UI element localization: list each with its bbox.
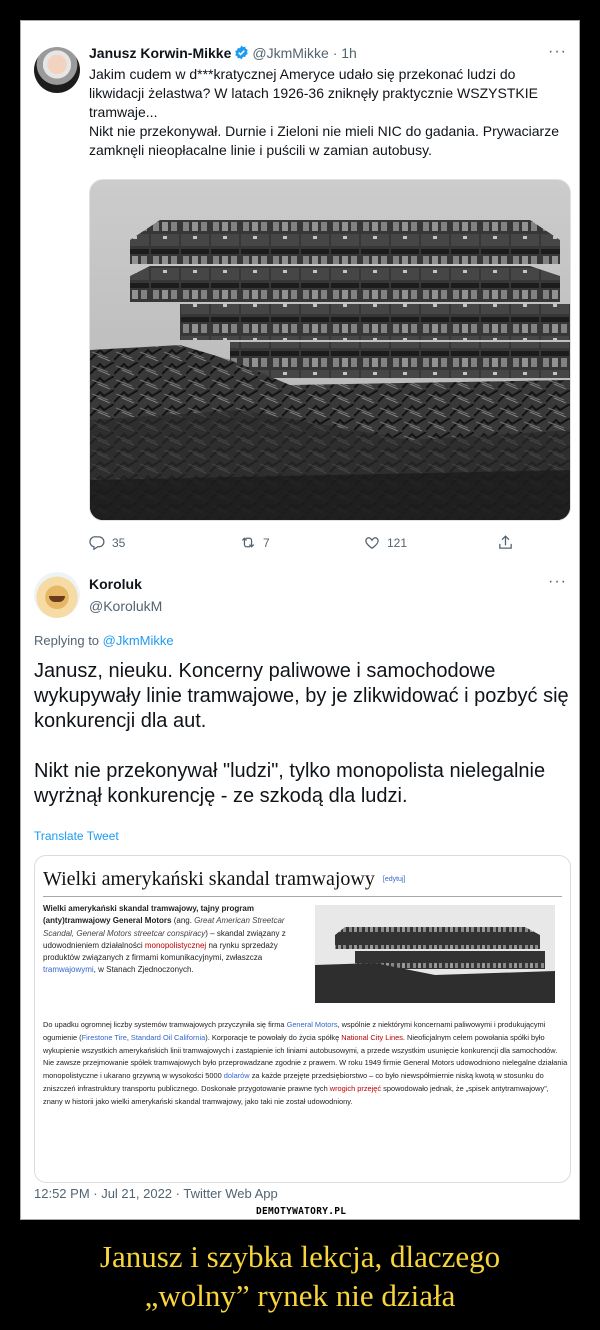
author-name[interactable]: Janusz Korwin-Mikke <box>89 45 231 61</box>
avatar[interactable] <box>34 572 80 618</box>
replying-to: Replying to @JkmMikke <box>34 633 174 648</box>
tweet-original: Janusz Korwin-Mikke @JkmMikke · 1h ··· Ja… <box>21 21 579 566</box>
wiki-text: (ang. <box>171 916 195 926</box>
wiki-edit-link[interactable]: [edytuj] <box>383 876 406 883</box>
tweet-header: Janusz Korwin-Mikke @JkmMikke · 1h <box>89 45 357 63</box>
reply-icon <box>89 534 106 551</box>
retweet-button[interactable]: 7 <box>239 534 270 551</box>
wiki-link[interactable]: General Motors <box>287 1020 338 1029</box>
caption-line: Janusz i szybka lekcja, dlaczego <box>99 1239 501 1274</box>
wiki-text: ). Korporacje te powołały do życia spółk… <box>205 1032 342 1042</box>
wiki-thumbnail-image[interactable] <box>315 905 555 1003</box>
wiki-link[interactable]: wrogich przejęć <box>330 1084 381 1093</box>
replying-to-link[interactable]: @JkmMikke <box>103 633 174 648</box>
wiki-link[interactable]: National City Lines <box>341 1033 403 1042</box>
tweet-text-line: tramwaje... <box>89 104 158 120</box>
site-watermark: DEMOTYWATORY.PL <box>251 1204 352 1219</box>
wiki-title: Wielki amerykański skandal tramwajowy [ed… <box>43 868 405 891</box>
tweet-actions: 35 7 121 <box>89 534 571 554</box>
reply-count: 35 <box>112 535 126 550</box>
tweet-text: Jakim cudem w d***kratycznej Ameryce uda… <box>89 65 571 160</box>
wiki-link[interactable]: dolarów <box>224 1071 250 1080</box>
wiki-link[interactable]: monopolistycznej <box>145 941 206 950</box>
more-options-icon[interactable]: ··· <box>548 43 567 61</box>
share-button[interactable] <box>497 534 514 551</box>
reply-paragraph: Janusz, nieuku. Koncerny paliwowe i samo… <box>34 660 569 732</box>
translate-tweet-link[interactable]: Translate Tweet <box>34 829 119 843</box>
share-icon <box>497 534 514 551</box>
wiki-text: , w Stanach Zjednoczonych. <box>93 965 194 975</box>
wiki-link[interactable]: Firestone Tire <box>82 1033 127 1042</box>
tweet-text-line: zamknęli nieopłacalne linie i puścili w … <box>89 142 432 158</box>
reply-button[interactable]: 35 <box>89 534 125 551</box>
wiki-link[interactable]: Standard Oil California <box>131 1033 205 1042</box>
wiki-title-text: Wielki amerykański skandal tramwajowy <box>43 868 375 890</box>
wikipedia-screenshot: Wielki amerykański skandal tramwajowy [ed… <box>34 855 571 1183</box>
caption-line: „wolny” rynek nie działa <box>144 1278 456 1313</box>
author-name[interactable]: Koroluk <box>89 576 142 592</box>
like-button[interactable]: 121 <box>363 534 407 551</box>
demotivator-frame: Janusz Korwin-Mikke @JkmMikke · 1h ··· Ja… <box>20 20 580 1220</box>
author-handle[interactable]: @JkmMikke · 1h <box>252 45 356 61</box>
verified-badge-icon <box>234 45 249 63</box>
tweet-text-line: likwidacji żelastwa? W latach 1926-36 zn… <box>89 85 538 101</box>
wiki-link[interactable]: tramwajowymi <box>43 965 94 974</box>
heart-icon <box>363 534 381 551</box>
reply-paragraph: Nikt nie przekonywał "ludzi", tylko mono… <box>34 760 546 807</box>
tweet-timestamp[interactable]: 12:52 PM · Jul 21, 2022 · Twitter Web Ap… <box>34 1186 278 1201</box>
like-count: 121 <box>387 535 408 550</box>
tweet-photo-streetcar-graveyard[interactable] <box>89 179 571 521</box>
replying-prefix: Replying to <box>34 633 103 648</box>
retweet-count: 7 <box>263 535 270 550</box>
tweet-text-line: Nikt nie przekonywał. Durnie i Zieloni n… <box>89 123 559 139</box>
wiki-text: Do upadku ogromnej liczby systemów tramw… <box>43 1020 287 1029</box>
more-options-icon[interactable]: ··· <box>548 573 567 591</box>
wiki-body-paragraph: Do upadku ogromnej liczby systemów tramw… <box>43 1019 568 1109</box>
wiki-lead-paragraph: Wielki amerykański skandal tramwajowy, t… <box>43 903 291 977</box>
reply-text: Janusz, nieuku. Koncerny paliwowe i samo… <box>34 659 569 809</box>
avatar[interactable] <box>34 47 80 93</box>
author-handle[interactable]: @KorolukM <box>89 598 162 614</box>
demotivator-caption: Janusz i szybka lekcja, dlaczego „wolny”… <box>0 1237 600 1315</box>
retweet-icon <box>239 534 257 551</box>
tweet-text-line: Jakim cudem w d***kratycznej Ameryce uda… <box>89 66 516 82</box>
wiki-divider <box>43 896 562 897</box>
